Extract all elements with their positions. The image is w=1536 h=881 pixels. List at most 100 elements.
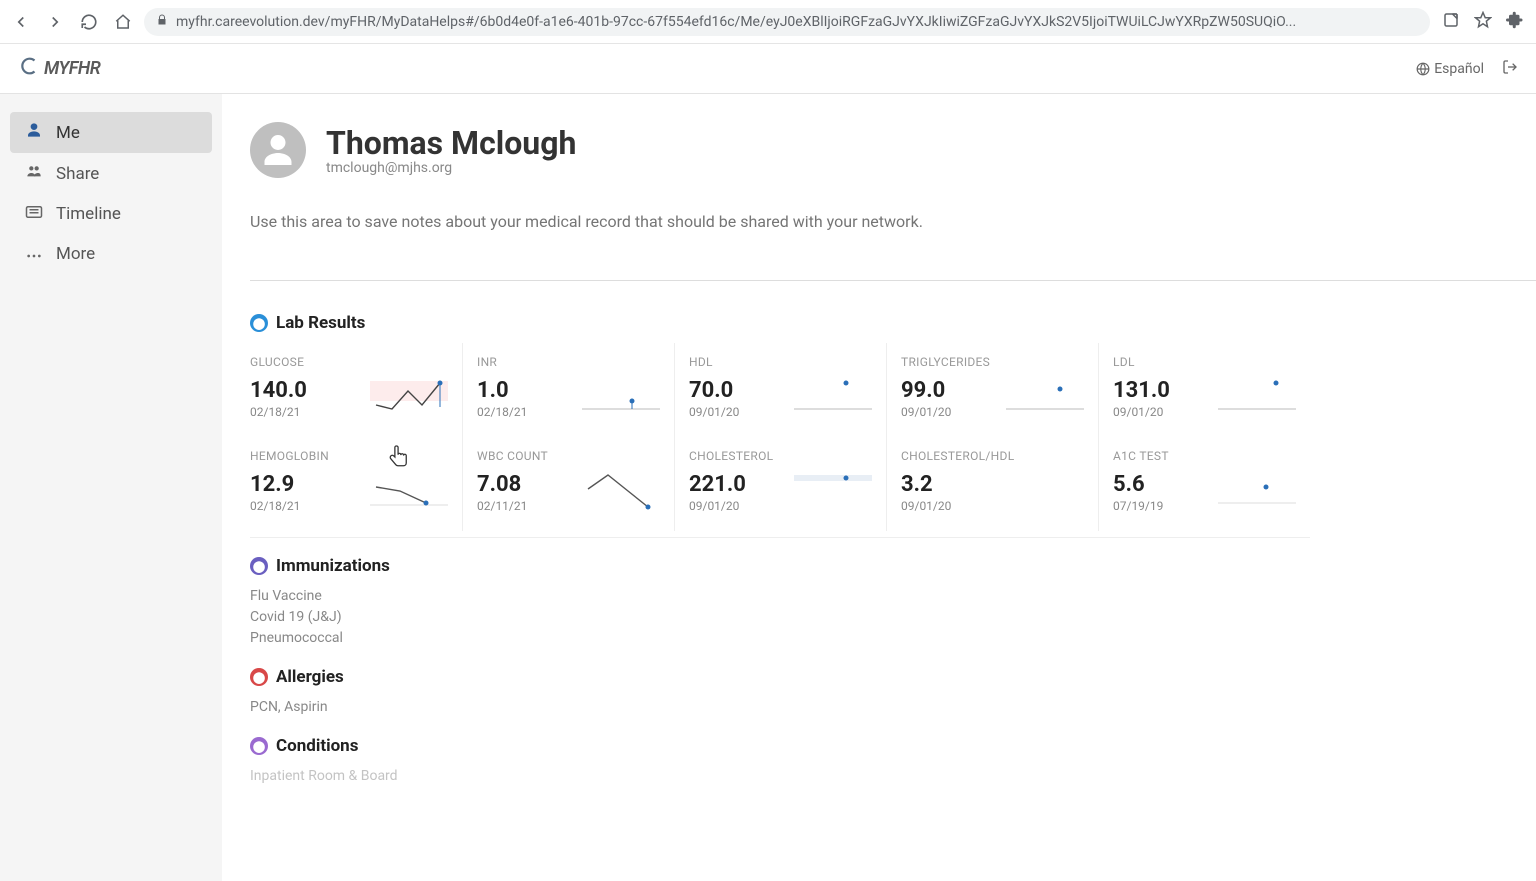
lab-card[interactable]: A1C TEST 5.6 07/19/19	[1098, 437, 1310, 531]
lab-card[interactable]: INR1.002/18/21	[462, 343, 674, 437]
profile-email: tmclough@mjhs.org	[326, 160, 576, 176]
lab-value: 70.0	[689, 378, 739, 403]
list-item: Flu Vaccine	[250, 586, 1536, 607]
lock-icon	[156, 14, 168, 29]
section-title: Immunizations	[276, 556, 390, 576]
sparkline-icon	[370, 469, 448, 515]
lab-value: 7.08	[477, 472, 527, 497]
users-icon	[24, 163, 44, 184]
sidebar-item-label: Me	[56, 123, 80, 143]
lab-label: CHOLESTEROL/HDL	[901, 449, 1084, 463]
allergies-text: PCN, Aspirin	[250, 697, 1536, 718]
language-toggle[interactable]: Español	[1416, 61, 1484, 77]
lab-label: CHOLESTEROL	[689, 449, 872, 463]
sidebar-item-timeline[interactable]: Timeline	[10, 194, 212, 234]
list-item: Covid 19 (J&J)	[250, 607, 1536, 628]
notes-textarea[interactable]	[250, 206, 1536, 281]
section-title: Allergies	[276, 667, 344, 687]
user-icon	[24, 122, 44, 143]
section-title: Conditions	[276, 736, 358, 756]
sidebar: Me Share Timeline More	[0, 94, 222, 881]
sparkline-icon	[1218, 375, 1296, 421]
lab-card[interactable]: CHOLESTEROL/HDL 3.2 09/01/20	[886, 437, 1098, 531]
immunizations-list: Flu VaccineCovid 19 (J&J)Pneumococcal	[250, 586, 1536, 649]
app-logo[interactable]: MYFHR	[18, 55, 100, 82]
profile-name: Thomas Mclough	[326, 124, 576, 162]
reload-icon[interactable]	[80, 13, 98, 31]
section-header[interactable]: ⬤ Immunizations	[250, 556, 1536, 576]
lab-card[interactable]: WBC COUNT 7.08 02/11/21	[462, 437, 674, 531]
lab-value: 131.0	[1113, 378, 1170, 403]
section-header[interactable]: ⬤ Lab Results	[250, 313, 1536, 333]
sparkline-icon	[370, 375, 448, 421]
home-icon[interactable]	[114, 13, 132, 31]
sparkline-icon	[794, 469, 872, 515]
sparkline-icon	[794, 375, 872, 421]
lab-label: WBC COUNT	[477, 449, 660, 463]
lab-label: INR	[477, 355, 660, 369]
main-content: Thomas Mclough tmclough@mjhs.org ⬤ Lab R…	[222, 94, 1536, 881]
logo-icon	[18, 55, 40, 82]
url-bar[interactable]: myfhr.careevolution.dev/myFHR/MyDataHelp…	[144, 8, 1430, 36]
lab-date: 07/19/19	[1113, 499, 1163, 513]
lab-value: 221.0	[689, 472, 746, 497]
lab-value: 140.0	[250, 378, 307, 403]
lab-value: 3.2	[901, 472, 951, 497]
section-header[interactable]: ⬤ Allergies	[250, 667, 1536, 687]
sparkline-icon	[582, 469, 660, 515]
star-icon[interactable]	[1474, 11, 1492, 33]
sidebar-item-share[interactable]: Share	[10, 153, 212, 194]
lab-date: 09/01/20	[1113, 405, 1170, 419]
lab-label: A1C TEST	[1113, 449, 1296, 463]
lab-label: GLUCOSE	[250, 355, 448, 369]
lab-label: HDL	[689, 355, 872, 369]
lab-card[interactable]: CHOLESTEROL221.009/01/20	[674, 437, 886, 531]
timeline-icon	[24, 204, 44, 224]
app-header: MYFHR Español	[0, 44, 1536, 94]
lab-value: 5.6	[1113, 472, 1163, 497]
logout-icon[interactable]	[1502, 59, 1518, 79]
sparkline-icon	[582, 375, 660, 421]
sidebar-item-label: Share	[56, 164, 99, 184]
section-lab-results: ⬤ Lab Results GLUCOSE 140.0 02/18/21 INR 1.0…	[250, 313, 1536, 538]
profile-header: Thomas Mclough tmclough@mjhs.org	[250, 122, 1536, 178]
more-icon	[24, 244, 44, 264]
lab-card[interactable]: HEMOGLOBIN12.902/18/21	[250, 437, 462, 531]
back-icon[interactable]	[12, 13, 30, 31]
section-header[interactable]: ⬤ Conditions	[250, 736, 1536, 756]
syringe-icon: ⬤	[250, 557, 268, 575]
condition-icon: ⬤	[250, 737, 268, 755]
lab-date: 02/18/21	[250, 405, 307, 419]
lab-results-grid: GLUCOSE 140.0 02/18/21 INR 1.0 02/18/21 HDL 70.…	[250, 343, 1310, 531]
lab-date: 09/01/20	[901, 405, 951, 419]
sidebar-item-me[interactable]: Me	[10, 112, 212, 153]
lab-date: 09/01/20	[689, 405, 739, 419]
lab-label: LDL	[1113, 355, 1296, 369]
section-immunizations: ⬤ Immunizations Flu VaccineCovid 19 (J&J…	[250, 556, 1536, 649]
lab-date: 09/01/20	[901, 499, 951, 513]
lab-value: 12.9	[250, 472, 300, 497]
forward-icon[interactable]	[46, 13, 64, 31]
section-conditions: ⬤ Conditions Inpatient Room & Board	[250, 736, 1536, 789]
lab-card[interactable]: GLUCOSE 140.0 02/18/21	[250, 343, 462, 437]
sidebar-item-label: Timeline	[56, 204, 121, 224]
sidebar-item-label: More	[56, 244, 95, 264]
section-title: Lab Results	[276, 313, 365, 333]
avatar[interactable]	[250, 122, 306, 178]
lab-label: TRIGLYCERIDES	[901, 355, 1084, 369]
lab-date: 02/11/21	[477, 499, 527, 513]
lab-label: HEMOGLOBIN	[250, 449, 448, 463]
lab-card[interactable]: HDL 70.0 09/01/20	[674, 343, 886, 437]
sparkline-icon	[1006, 375, 1084, 421]
lab-card[interactable]: LDL 131.0 09/01/20	[1098, 343, 1310, 437]
lab-value: 1.0	[477, 378, 527, 403]
share-icon[interactable]	[1442, 11, 1460, 33]
extension-icon[interactable]	[1506, 11, 1524, 33]
alert-icon: ⬤	[250, 668, 268, 686]
lab-card[interactable]: TRIGLYCERIDES99.009/01/20	[886, 343, 1098, 437]
sidebar-item-more[interactable]: More	[10, 234, 212, 274]
section-allergies: ⬤ Allergies PCN, Aspirin	[250, 667, 1536, 718]
sparkline-icon	[1006, 469, 1084, 515]
sparkline-icon	[1218, 469, 1296, 515]
flask-icon: ⬤	[250, 314, 268, 332]
